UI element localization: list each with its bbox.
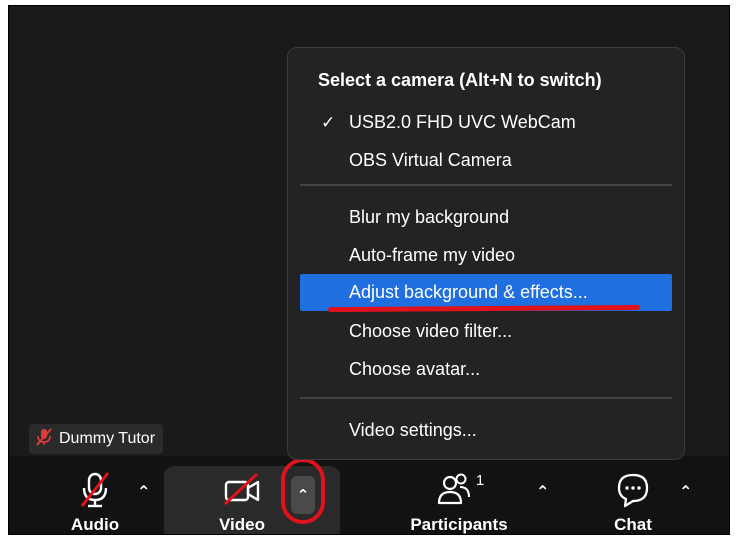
annotation-underline xyxy=(327,304,641,313)
camera-option-usb-webcam[interactable]: ✓ USB2.0 FHD UVC WebCam xyxy=(300,104,672,141)
meeting-toolbar: Audio ⌃ Video ⌃ 1 Participants ⌃ Chat ⌃ xyxy=(9,456,729,534)
audio-button[interactable]: Audio xyxy=(65,470,125,534)
menu-item-label: Video settings... xyxy=(349,420,477,440)
audio-options-caret[interactable]: ⌃ xyxy=(137,482,150,502)
menu-item-label: USB2.0 FHD UVC WebCam xyxy=(349,112,576,132)
menu-item-video-settings[interactable]: Video settings... xyxy=(300,412,672,449)
camera-options-menu: Select a camera (Alt+N to switch) ✓ USB2… xyxy=(287,47,685,460)
participants-count: 1 xyxy=(475,472,485,489)
menu-divider xyxy=(300,184,672,186)
mic-muted-icon xyxy=(75,470,115,515)
menu-item-label: Choose avatar... xyxy=(349,359,481,379)
checkmark-icon: ✓ xyxy=(321,112,336,132)
menu-item-label: Choose video filter... xyxy=(349,321,513,341)
camera-option-obs-virtual[interactable]: OBS Virtual Camera xyxy=(300,142,672,179)
video-label: Video xyxy=(219,515,265,534)
chat-label: Chat xyxy=(614,515,652,534)
menu-item-label: Adjust background & effects... xyxy=(349,282,588,302)
mic-muted-icon xyxy=(35,427,53,452)
audio-label: Audio xyxy=(70,515,120,534)
video-button[interactable]: Video xyxy=(209,470,275,534)
participants-icon xyxy=(434,470,474,515)
annotation-circle xyxy=(281,458,325,524)
participants-label: Participants xyxy=(410,515,508,534)
menu-item-label: Blur my background xyxy=(349,207,510,227)
menu-item-auto-frame[interactable]: Auto-frame my video xyxy=(300,237,672,274)
camera-off-icon xyxy=(220,470,264,515)
menu-item-label: OBS Virtual Camera xyxy=(349,150,512,170)
menu-divider xyxy=(300,397,672,399)
menu-item-blur-background[interactable]: Blur my background xyxy=(300,199,672,236)
menu-item-label: Auto-frame my video xyxy=(349,245,516,265)
chat-button[interactable]: Chat xyxy=(605,470,661,534)
chat-options-caret[interactable]: ⌃ xyxy=(679,482,692,502)
chat-icon xyxy=(613,470,653,515)
participant-name: Dummy Tutor xyxy=(59,430,156,447)
menu-header: Select a camera (Alt+N to switch) xyxy=(318,70,602,90)
participants-button[interactable]: 1 Participants xyxy=(403,470,515,534)
meeting-window: Dummy Tutor Audio ⌃ Video ⌃ 1 Participan… xyxy=(8,5,730,535)
participant-name-tag: Dummy Tutor xyxy=(29,424,164,454)
participants-options-caret[interactable]: ⌃ xyxy=(536,482,549,502)
menu-item-choose-avatar[interactable]: Choose avatar... xyxy=(300,351,672,388)
menu-item-video-filter[interactable]: Choose video filter... xyxy=(300,313,672,350)
participants-icon-wrap: 1 xyxy=(434,470,484,515)
